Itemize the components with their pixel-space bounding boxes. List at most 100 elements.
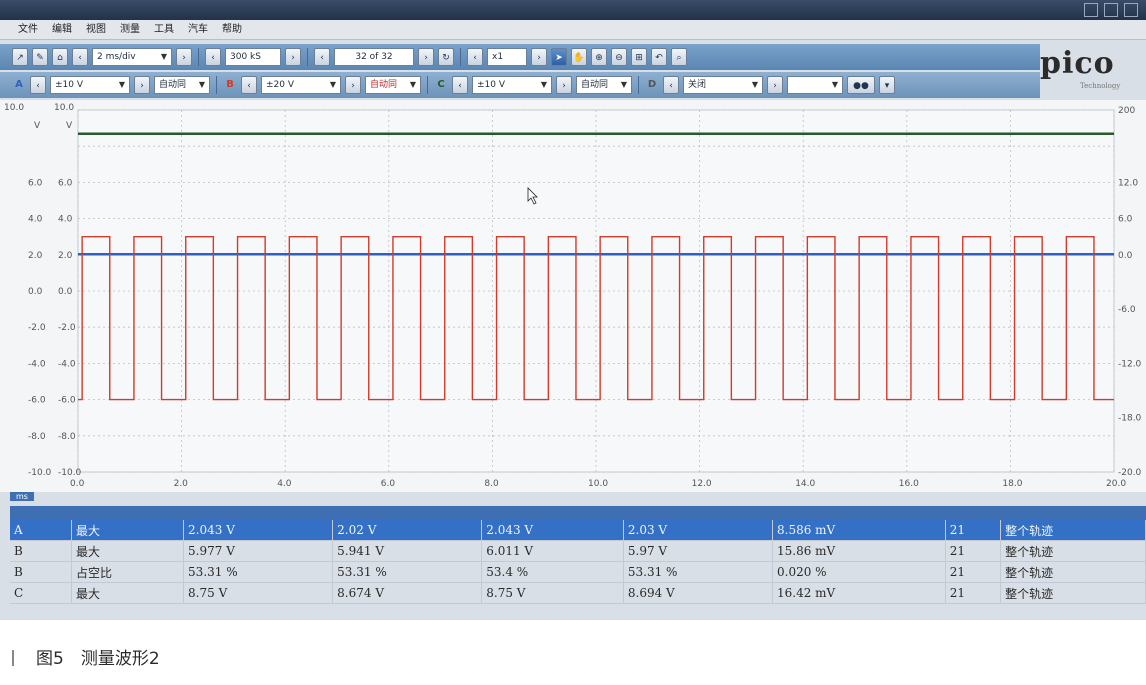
channel-d-range[interactable]: 关闭 ▼ — [683, 76, 763, 94]
probe-icon[interactable]: ✎ — [32, 48, 48, 66]
y-tick-label: 0.0 — [28, 287, 43, 297]
cell-sd: 16.42 mV — [772, 582, 946, 604]
y2-tick-label: 200 — [1118, 106, 1135, 116]
window-controls[interactable] — [1084, 3, 1138, 17]
channel-b-range-up[interactable]: › — [345, 76, 361, 94]
title-bar — [0, 0, 1146, 20]
undo-zoom-icon[interactable]: ↶ — [651, 48, 667, 66]
cell-span: 整个轨迹 — [1000, 540, 1146, 562]
x-tick-label: 6.0 — [381, 479, 396, 489]
chevron-down-icon: ▼ — [160, 52, 167, 61]
zoom-down-button[interactable]: ‹ — [467, 48, 483, 66]
samples-field[interactable]: 300 kS — [225, 48, 281, 66]
y2-tick-label: 0.0 — [1118, 251, 1133, 261]
channel-d-range-up[interactable]: › — [767, 76, 783, 94]
cell-min: 53.31 % — [332, 561, 483, 583]
channel-d-coupling[interactable]: ▼ — [787, 76, 843, 94]
x-tick-label: 14.0 — [795, 479, 815, 489]
menu-view[interactable]: 视图 — [86, 20, 106, 39]
cell-value: 8.75 V — [183, 582, 334, 604]
zoom-up-button[interactable]: › — [531, 48, 547, 66]
y-tick-label: 2.0 — [28, 251, 43, 261]
channel-icon[interactable]: ↗ — [12, 48, 28, 66]
zoom-area-icon[interactable]: ⊞ — [631, 48, 647, 66]
y2-tick-label: 6.0 — [1118, 215, 1133, 225]
cell-sd: 15.86 mV — [772, 540, 946, 562]
cell-count: 21 — [945, 540, 1002, 562]
screen: 文件 编辑 视图 测量 工具 汽车 帮助 ↗ ✎ ⌂ ‹ 2 ms/div ▼ ›… — [0, 0, 1146, 620]
channel-c-range-up[interactable]: › — [556, 76, 572, 94]
timebase-select[interactable]: 2 ms/div ▼ — [92, 48, 172, 66]
cell-value: 53.31 % — [183, 561, 334, 583]
channel-a-range-down[interactable]: ‹ — [30, 76, 46, 94]
chevron-down-icon: ▼ — [620, 80, 627, 89]
maximize-icon[interactable] — [1104, 3, 1118, 17]
timebase-up-button[interactable]: › — [176, 48, 192, 66]
cell-max: 53.4 % — [481, 561, 624, 583]
channel-a-coupling[interactable]: 自动同 ▼ — [154, 76, 210, 94]
samples-up-button[interactable]: › — [285, 48, 301, 66]
toolbar-channels: A ‹ ±10 V ▼ › 自动同 ▼ B ‹ ±20 V ▼ › 自动同 ▼ C ‹ … — [0, 72, 1040, 98]
y-unit-label: V — [66, 121, 73, 131]
y-tick-label: 2.0 — [58, 251, 73, 261]
minimize-icon[interactable] — [1084, 3, 1098, 17]
channel-c-coupling[interactable]: 自动同 ▼ — [576, 76, 632, 94]
zoom-out-icon[interactable]: ⊖ — [611, 48, 627, 66]
scope-plot[interactable]: 6.0 6.0 4.0 4.0 2.0 2.0 0.0 0.0 -2.0 -2.0 -4.0 -4.0… — [0, 100, 1146, 492]
menu-auto[interactable]: 汽车 — [188, 20, 208, 39]
close-icon[interactable] — [1124, 3, 1138, 17]
samples-down-button[interactable]: ‹ — [205, 48, 221, 66]
channel-b-range[interactable]: ±20 V ▼ — [261, 76, 341, 94]
caption-text: 图5 测量波形2 — [36, 649, 160, 669]
chevron-down-icon: ▼ — [329, 80, 336, 89]
buffer-field[interactable]: 32 of 32 — [334, 48, 414, 66]
cell-max: 2.043 V — [481, 520, 624, 541]
hand-icon[interactable]: ✋ — [571, 48, 587, 66]
trigger-mode-button[interactable]: ●● — [847, 76, 875, 94]
x-tick-label: 16.0 — [899, 479, 919, 489]
divider — [307, 48, 308, 66]
chevron-down-icon: ▼ — [751, 80, 758, 89]
y-axis-top-label: 10.0 — [4, 103, 24, 113]
channel-a-range[interactable]: ±10 V ▼ — [50, 76, 130, 94]
zoom-in-icon[interactable]: ⊕ — [591, 48, 607, 66]
table-row[interactable]: A 最大 2.043 V 2.02 V 2.043 V 2.03 V 8.586 mV 21 整… — [10, 520, 1146, 541]
x-tick-label: 4.0 — [277, 479, 292, 489]
menu-tools[interactable]: 工具 — [154, 20, 174, 39]
trigger-menu-icon[interactable]: ▾ — [879, 76, 895, 94]
divider — [198, 48, 199, 66]
refresh-icon[interactable]: ↻ — [438, 48, 454, 66]
channel-a-range-up[interactable]: › — [134, 76, 150, 94]
pointer-icon[interactable]: ➤ — [551, 48, 567, 66]
menu-edit[interactable]: 编辑 — [52, 20, 72, 39]
y-tick-label: 0.0 — [58, 287, 73, 297]
y-tick-label: -2.0 — [58, 323, 76, 333]
menu-measure[interactable]: 测量 — [120, 20, 140, 39]
channel-b-range-down[interactable]: ‹ — [241, 76, 257, 94]
cell-name: 最大 — [71, 520, 185, 541]
channel-c-range-down[interactable]: ‹ — [452, 76, 468, 94]
menu-help[interactable]: 帮助 — [222, 20, 242, 39]
channel-b-coupling[interactable]: 自动同 ▼ — [365, 76, 421, 94]
channel-d-range-down[interactable]: ‹ — [663, 76, 679, 94]
y-tick-label: -4.0 — [58, 359, 76, 369]
table-row[interactable]: C 最大 8.75 V 8.674 V 8.75 V 8.694 V 16.42 mV 21 整… — [10, 582, 1146, 604]
home-icon[interactable]: ⌂ — [52, 48, 68, 66]
cell-value: 5.977 V — [183, 540, 334, 562]
scope-chart[interactable]: 6.0 6.0 4.0 4.0 2.0 2.0 0.0 0.0 -2.0 -2.0 -4.0 -4.0… — [0, 100, 1146, 492]
caption-bar — [12, 650, 14, 666]
timebase-down-button[interactable]: ‹ — [72, 48, 88, 66]
buffer-prev-button[interactable]: ‹ — [314, 48, 330, 66]
zoom-field[interactable]: x1 — [487, 48, 527, 66]
zoom-fit-icon[interactable]: ⌕ — [671, 48, 687, 66]
cell-name: 最大 — [71, 582, 185, 604]
menu-file[interactable]: 文件 — [18, 20, 38, 39]
menu-bar: 文件 编辑 视图 测量 工具 汽车 帮助 — [0, 20, 1146, 40]
cell-max: 6.011 V — [481, 540, 624, 562]
table-row[interactable]: B 占空比 53.31 % 53.31 % 53.4 % 53.31 % 0.020 % 21… — [10, 561, 1146, 583]
buffer-next-button[interactable]: › — [418, 48, 434, 66]
channel-c-range[interactable]: ±10 V ▼ — [472, 76, 552, 94]
y-tick-label: 6.0 — [28, 178, 43, 188]
cell-sd: 8.586 mV — [772, 520, 946, 541]
table-row[interactable]: B 最大 5.977 V 5.941 V 6.011 V 5.97 V 15.86 mV 21… — [10, 540, 1146, 562]
